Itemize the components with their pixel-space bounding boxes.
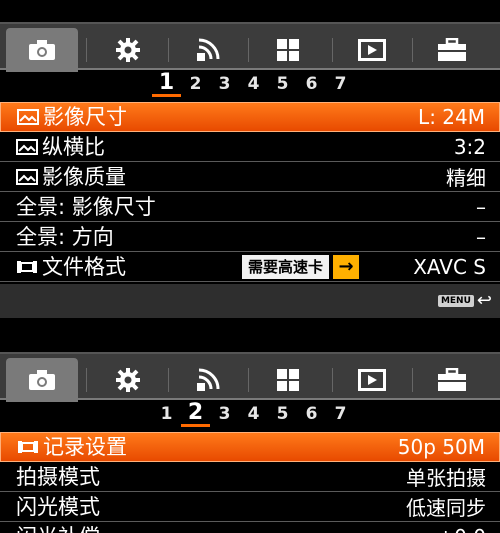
tab-settings[interactable] — [92, 360, 164, 400]
page-number[interactable]: 1 — [152, 402, 181, 427]
menu-item-value: 单张拍摄 — [406, 466, 486, 490]
tab-playback[interactable] — [336, 30, 408, 70]
tab-bar — [0, 352, 500, 402]
tab-camera[interactable] — [6, 358, 78, 402]
menu-item-file-format[interactable]: 文件格式 需要高速卡 → XAVC S — [0, 252, 500, 282]
tab-wireless[interactable] — [172, 30, 244, 70]
camera-icon — [29, 370, 55, 390]
menu-item-flash-mode[interactable]: 闪光模式 低速同步 — [0, 492, 500, 522]
page-number-current[interactable]: 2 — [181, 402, 210, 427]
photo-quality-icon — [16, 168, 38, 185]
page-indicator: 1 2 3 4 5 6 7 — [0, 400, 500, 428]
menu-item-value: 50p 50M — [397, 435, 485, 459]
tab-wireless[interactable] — [172, 360, 244, 400]
menu-item-panorama-direction[interactable]: 全景: 方向 – — [0, 222, 500, 252]
footer-bar: MENU ↩ — [0, 284, 500, 318]
photo-aspect-icon — [16, 138, 38, 155]
playback-icon — [358, 369, 386, 391]
menu-item-label: 全景: 方向 — [16, 224, 114, 249]
wireless-icon — [197, 38, 220, 61]
menu-screen-2: 1 2 3 4 5 6 7 记录设置 50p 50M 拍摄模式 单张拍摄 闪光模… — [0, 352, 500, 533]
tab-apps[interactable] — [252, 30, 324, 70]
page-number[interactable]: 3 — [210, 72, 239, 97]
hint-text: 需要高速卡 — [242, 255, 330, 279]
page-number[interactable]: 6 — [297, 72, 326, 97]
menu-item-label: 闪光补偿 — [16, 523, 100, 533]
menu-item-flash-compensation[interactable]: 闪光补偿 ±0.0 — [0, 522, 500, 533]
tab-apps[interactable] — [252, 360, 324, 400]
page-number[interactable]: 4 — [239, 72, 268, 97]
menu-list: 影像尺寸 L: 24M 纵横比 3:2 影像质量 精细 全景: 影像尺寸 – 全… — [0, 102, 500, 282]
high-speed-card-hint: 需要高速卡 → — [242, 255, 360, 279]
menu-item-aspect-ratio[interactable]: 纵横比 3:2 — [0, 132, 500, 162]
menu-back-button[interactable]: MENU ↩ — [437, 290, 492, 311]
toolbox-icon — [438, 368, 466, 391]
menu-item-label: 拍摄模式 — [16, 464, 100, 489]
grid-icon — [277, 369, 299, 391]
back-icon: ↩ — [476, 290, 492, 311]
playback-icon — [358, 39, 386, 61]
menu-item-label: 纵横比 — [42, 134, 105, 159]
camera-icon — [29, 40, 55, 60]
menu-item-image-quality[interactable]: 影像质量 精细 — [0, 162, 500, 192]
page-number[interactable]: 7 — [326, 72, 355, 97]
wireless-icon — [197, 368, 220, 391]
menu-item-label: 全景: 影像尺寸 — [16, 194, 156, 219]
menu-item-value: 低速同步 — [406, 496, 486, 520]
gear-icon — [116, 368, 140, 392]
menu-badge: MENU — [437, 294, 474, 307]
menu-item-record-setting[interactable]: 记录设置 50p 50M — [0, 432, 500, 462]
menu-item-label: 文件格式 — [42, 254, 126, 279]
grid-icon — [277, 39, 299, 61]
page-number[interactable]: 1 — [152, 72, 181, 97]
menu-screen-1: 1 2 3 4 5 6 7 影像尺寸 L: 24M 纵横比 3:2 影像质量 精… — [0, 22, 500, 318]
menu-item-value: XAVC S — [413, 254, 486, 279]
page-number[interactable]: 5 — [268, 72, 297, 97]
menu-item-value: 3:2 — [453, 134, 486, 159]
menu-item-value: – — [476, 224, 486, 249]
menu-item-label: 影像质量 — [42, 164, 126, 189]
tab-settings[interactable] — [92, 30, 164, 70]
menu-item-label: 影像尺寸 — [43, 105, 127, 129]
tab-setup[interactable] — [416, 360, 488, 400]
page-indicator: 1 2 3 4 5 6 7 — [0, 70, 500, 98]
arrow-right-icon: → — [333, 255, 360, 279]
movie-icon — [18, 441, 38, 453]
menu-item-label: 记录设置 — [43, 435, 127, 459]
page-number[interactable]: 4 — [239, 402, 268, 427]
menu-item-value: ±0.0 — [437, 525, 486, 533]
tab-bar — [0, 22, 500, 72]
menu-list: 记录设置 50p 50M 拍摄模式 单张拍摄 闪光模式 低速同步 闪光补偿 ±0… — [0, 432, 500, 533]
menu-item-value: L: 24M — [418, 105, 485, 129]
tab-setup[interactable] — [416, 30, 488, 70]
page-number[interactable]: 3 — [210, 402, 239, 427]
movie-icon — [17, 260, 37, 273]
page-number[interactable]: 6 — [297, 402, 326, 427]
menu-item-value: 精细 — [446, 166, 486, 190]
menu-item-panorama-size[interactable]: 全景: 影像尺寸 – — [0, 192, 500, 222]
gear-icon — [116, 38, 140, 62]
menu-item-drive-mode[interactable]: 拍摄模式 单张拍摄 — [0, 462, 500, 492]
page-number[interactable]: 2 — [181, 72, 210, 97]
tab-camera[interactable] — [6, 28, 78, 72]
photo-size-icon — [17, 109, 39, 125]
menu-item-value: – — [476, 194, 486, 219]
menu-item-image-size[interactable]: 影像尺寸 L: 24M — [0, 102, 500, 132]
page-number[interactable]: 7 — [326, 402, 355, 427]
tab-playback[interactable] — [336, 360, 408, 400]
menu-item-label: 闪光模式 — [16, 494, 100, 519]
page-number[interactable]: 5 — [268, 402, 297, 427]
toolbox-icon — [438, 38, 466, 61]
